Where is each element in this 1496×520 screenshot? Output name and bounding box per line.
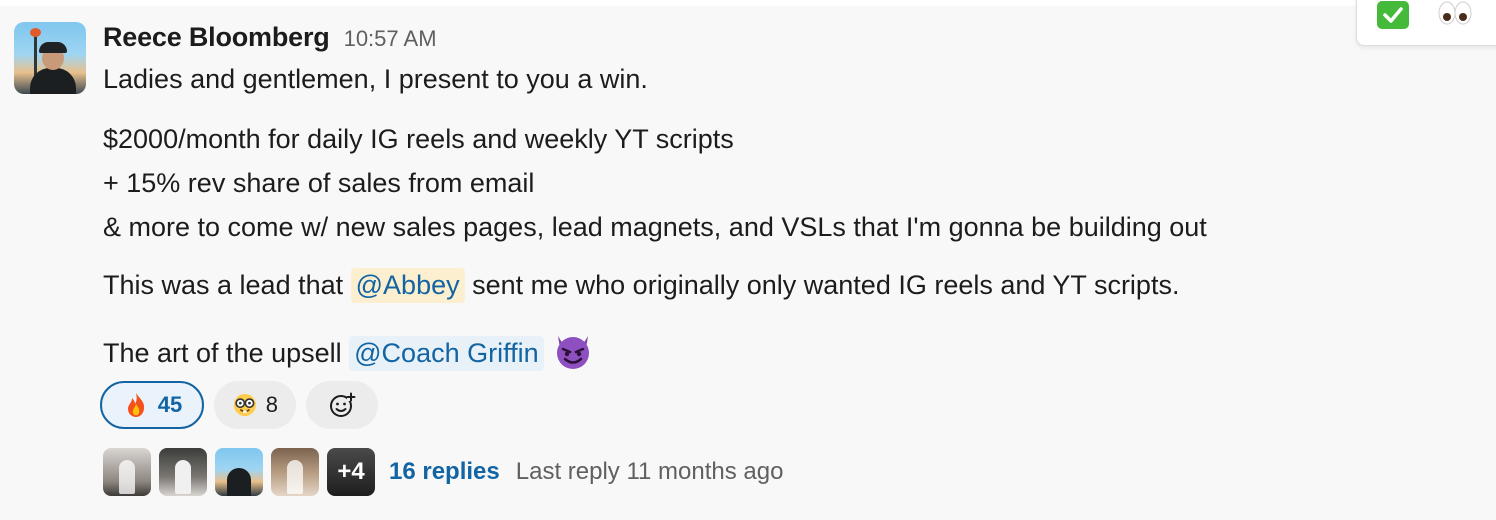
thread-last-reply: Last reply 11 months ago <box>515 458 784 485</box>
author-name[interactable]: Reece Bloomberg <box>103 22 330 53</box>
thread-summary[interactable]: +4 16 replies Last reply 11 months ago <box>103 448 783 496</box>
reactions-bar: 45 8 <box>100 381 378 429</box>
nerd-face-icon <box>233 393 256 417</box>
author-avatar[interactable] <box>14 22 86 94</box>
white-check-mark-icon[interactable] <box>1377 1 1409 29</box>
top-divider <box>0 0 1496 6</box>
line-6-text-a: The art of the upsell <box>103 338 350 368</box>
thread-participant-avatar <box>271 448 319 496</box>
add-reaction-icon <box>330 392 356 417</box>
reaction-nerd-face-count: 8 <box>265 392 278 417</box>
message-line-3: + 15% rev share of sales from email <box>103 168 535 198</box>
message-container: Reece Bloomberg 10:57 AM Ladies and gent… <box>0 0 1496 520</box>
add-reaction-button[interactable] <box>306 381 378 429</box>
reaction-fire[interactable]: 45 <box>100 381 204 429</box>
thread-participant-avatar <box>159 448 207 496</box>
message-line-5: This was a lead that @Abbey sent me who … <box>103 268 1179 303</box>
mention-abbey[interactable]: @Abbey <box>350 268 465 303</box>
thread-replies-link[interactable]: 16 replies <box>389 458 500 486</box>
message-line-1: Ladies and gentlemen, I present to you a… <box>103 64 648 94</box>
mention-coach-griffin[interactable]: @Coach Griffin <box>349 336 544 371</box>
fire-icon <box>127 393 144 417</box>
reaction-fire-count: 45 <box>157 392 183 417</box>
message-hover-toolbar <box>1356 0 1496 46</box>
message-timestamp[interactable]: 10:57 AM <box>344 26 437 52</box>
reaction-nerd-face[interactable]: 8 <box>214 381 296 429</box>
message-line-2: $2000/month for daily IG reels and weekl… <box>103 124 734 154</box>
thread-participant-avatar <box>103 448 151 496</box>
message-header: Reece Bloomberg 10:57 AM <box>103 22 437 54</box>
message-line-6: The art of the upsell @Coach Griffin <box>103 330 594 372</box>
thread-more-participants: +4 <box>327 448 375 496</box>
line-5-text-b: sent me who originally only wanted IG re… <box>464 270 1180 300</box>
eyes-icon[interactable] <box>1435 1 1475 29</box>
line-5-text-a: This was a lead that <box>103 270 351 300</box>
thread-participant-avatar <box>215 448 263 496</box>
smiling-imp-icon <box>556 336 589 369</box>
message-line-4: & more to come w/ new sales pages, lead … <box>103 212 1207 242</box>
